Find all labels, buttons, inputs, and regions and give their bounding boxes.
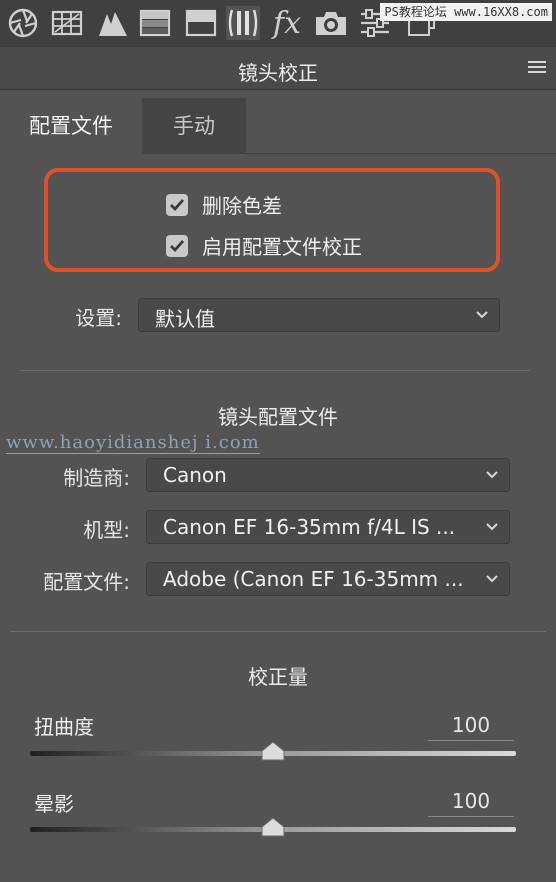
distortion-slider-thumb[interactable] xyxy=(261,741,285,761)
setup-select-value: 默认值 xyxy=(155,307,215,331)
model-label: 机型: xyxy=(83,518,130,542)
camera-icon[interactable] xyxy=(314,6,348,40)
fx-icon[interactable]: fx xyxy=(270,5,304,41)
enable-profile-corrections-checkbox[interactable] xyxy=(166,234,188,257)
remove-chromatic-aberration-checkbox[interactable] xyxy=(166,193,188,216)
profile-label: 配置文件: xyxy=(43,570,130,594)
profile-select[interactable]: Adobe (Canon EF 16-35mm ... xyxy=(146,562,510,596)
divider xyxy=(20,370,530,371)
grid-icon[interactable] xyxy=(50,6,84,40)
vignetting-slider[interactable] xyxy=(30,817,516,837)
fx-label: fx xyxy=(272,5,302,41)
distortion-slider[interactable] xyxy=(30,741,516,761)
tab-profile[interactable]: 配置文件 xyxy=(0,98,142,154)
panel-title: 镜头校正 xyxy=(238,61,318,85)
distortion-value-field[interactable]: 100 xyxy=(428,712,514,741)
site-watermark: PS教程论坛 www.16XX8.com xyxy=(380,3,552,21)
remove-chromatic-aberration-label: 删除色差 xyxy=(202,194,282,218)
remove-chromatic-aberration-row[interactable]: 删除色差 xyxy=(166,190,282,219)
chevron-down-icon xyxy=(486,471,498,479)
setup-select[interactable]: 默认值 xyxy=(138,298,500,332)
correction-amount-title: 校正量 xyxy=(248,665,308,689)
divider xyxy=(10,631,546,632)
setup-label: 设置: xyxy=(75,306,122,330)
checkmark-icon xyxy=(170,198,185,211)
lens-icon[interactable] xyxy=(226,6,260,40)
distortion-label: 扭曲度 xyxy=(34,715,94,739)
curve-icon[interactable] xyxy=(96,6,130,40)
hsl-icon[interactable] xyxy=(138,6,172,40)
chevron-down-icon xyxy=(486,575,498,583)
make-label: 制造商: xyxy=(63,466,130,490)
split-toning-icon[interactable] xyxy=(184,6,218,40)
model-select-value: Canon EF 16-35mm f/4L IS ... xyxy=(163,515,456,539)
aperture-icon[interactable] xyxy=(6,6,40,40)
lens-profile-title: 镜头配置文件 xyxy=(218,405,338,429)
enable-profile-corrections-label: 启用配置文件校正 xyxy=(202,235,362,259)
enable-profile-corrections-row[interactable]: 启用配置文件校正 xyxy=(166,231,362,260)
vignetting-label: 晕影 xyxy=(34,792,74,816)
checkmark-icon xyxy=(170,239,185,252)
model-select[interactable]: Canon EF 16-35mm f/4L IS ... xyxy=(146,510,510,544)
vignetting-value-field[interactable]: 100 xyxy=(428,788,514,817)
make-select[interactable]: Canon xyxy=(146,458,510,492)
tool-icon-bar: fx PS教程论坛 www.16XX8.com xyxy=(0,0,556,46)
panel-header: 镜头校正 xyxy=(0,46,556,90)
tab-bar: 配置文件 手动 xyxy=(0,98,556,154)
profile-select-value: Adobe (Canon EF 16-35mm ... xyxy=(163,567,464,591)
tab-manual[interactable]: 手动 xyxy=(142,98,246,154)
make-select-value: Canon xyxy=(163,463,227,487)
vignetting-slider-thumb[interactable] xyxy=(261,817,285,837)
chevron-down-icon xyxy=(486,523,498,531)
site-watermark-overlay: www.haoyidianshej i.com xyxy=(6,432,260,454)
chevron-down-icon xyxy=(476,311,488,319)
panel-menu-icon[interactable] xyxy=(528,61,546,75)
